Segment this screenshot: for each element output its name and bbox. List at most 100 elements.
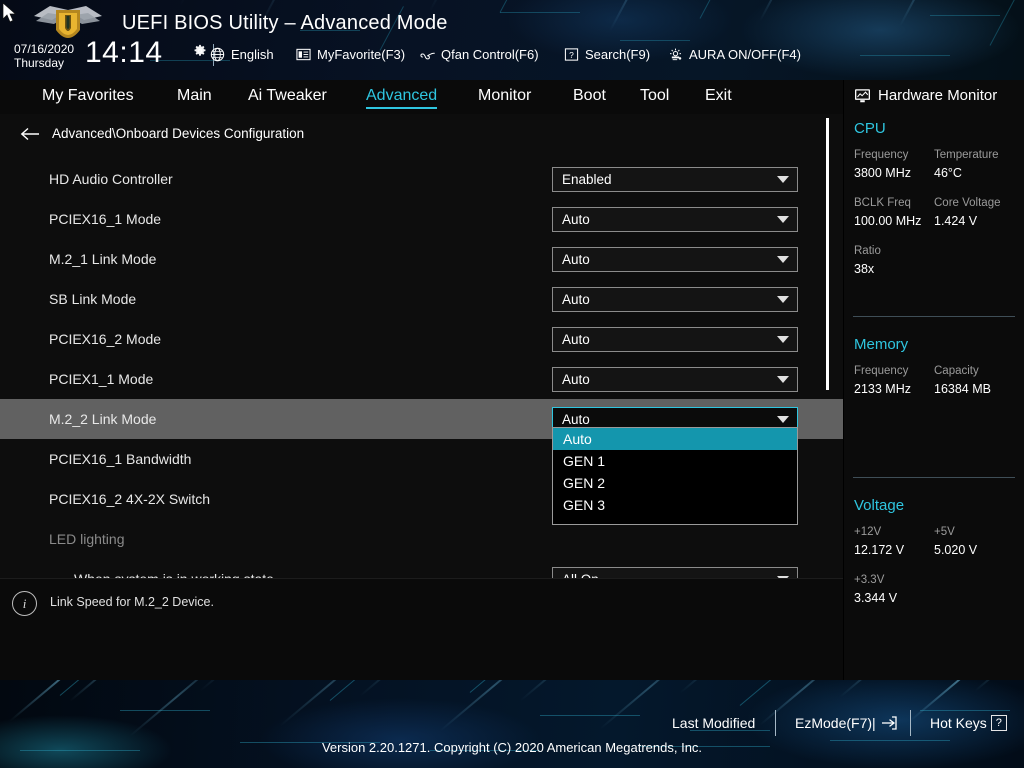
- dropdown-option[interactable]: GEN 1: [553, 450, 797, 472]
- setting-combobox[interactable]: All On: [552, 566, 798, 578]
- header-item-search[interactable]: ? Search(F9): [564, 47, 650, 62]
- ezmode-button[interactable]: EzMode(F7)|: [795, 715, 897, 731]
- hm-key: Core Voltage: [934, 197, 1001, 209]
- dropdown-option[interactable]: Auto: [553, 428, 797, 450]
- setting-label: PCIEX16_1 Bandwidth: [49, 451, 192, 467]
- hotkeys-label: Hot Keys: [930, 715, 987, 731]
- exit-arrow-icon: [881, 716, 897, 730]
- chevron-down-icon[interactable]: [777, 215, 789, 223]
- decor-line: [499, 0, 520, 13]
- hardware-monitor-sidebar: Hardware Monitor CPU Frequency 3800 MHz Tem…: [843, 80, 1024, 680]
- combobox-value: Auto: [562, 371, 590, 387]
- decor-line: [500, 12, 580, 13]
- vertical-scrollbar[interactable]: [826, 118, 829, 390]
- setting-row[interactable]: PCIEX16_1 Mode Auto: [0, 199, 843, 239]
- sidebar-section-cpu: CPU: [854, 120, 886, 137]
- breadcrumb: Advanced\Onboard Devices Configuration: [20, 126, 304, 141]
- setting-row[interactable]: When system is in working state All On: [0, 559, 843, 578]
- chevron-down-icon[interactable]: [777, 255, 789, 263]
- header-item-english[interactable]: English: [210, 47, 274, 62]
- hm-key: +5V: [934, 526, 955, 538]
- decor-streak: [679, 680, 796, 694]
- setting-row[interactable]: PCIEX1_1 Mode Auto: [0, 359, 843, 399]
- combobox-value: Enabled: [562, 171, 612, 187]
- tab-exit[interactable]: Exit: [705, 87, 732, 108]
- decor-streak: [429, 0, 488, 12]
- decor-line: [930, 15, 1000, 16]
- tab-boot[interactable]: Boot: [573, 87, 606, 108]
- gear-icon[interactable]: [193, 44, 207, 58]
- decor-streak: [759, 0, 822, 22]
- tab-my-favorites[interactable]: My Favorites: [42, 87, 134, 108]
- setting-row[interactable]: SB Link Mode Auto: [0, 279, 843, 319]
- section-header-row: LED lighting: [0, 519, 843, 559]
- setting-row[interactable]: PCIEX16_2 Mode Auto: [0, 319, 843, 359]
- hm-key: +3.3V: [854, 574, 885, 586]
- decor-streak: [519, 680, 613, 702]
- decor-streak: [609, 0, 654, 32]
- decor-line: [620, 40, 690, 41]
- list-icon: [296, 47, 311, 62]
- question-box-icon: ?: [990, 715, 1007, 731]
- page-title: UEFI BIOS Utility – Advanced Mode: [122, 12, 448, 34]
- decor-line: [699, 0, 729, 19]
- decor-streak: [439, 680, 548, 732]
- tab-ai-tweaker[interactable]: Ai Tweaker: [248, 87, 327, 108]
- hm-key: Capacity: [934, 365, 979, 377]
- tab-tool[interactable]: Tool: [640, 87, 669, 108]
- chevron-down-icon[interactable]: [777, 295, 789, 303]
- setting-label: M.2_1 Link Mode: [49, 251, 157, 267]
- decor-streak: [279, 680, 381, 727]
- tab-advanced[interactable]: Advanced: [366, 87, 438, 109]
- sidebar-divider: [853, 316, 1015, 317]
- setting-label: SB Link Mode: [49, 291, 137, 307]
- decor-line: [989, 0, 1019, 46]
- decor-line: [120, 710, 210, 711]
- hotkeys-button[interactable]: Hot Keys ?: [930, 715, 1007, 731]
- setting-label: PCIEX1_1 Mode: [49, 371, 154, 387]
- back-arrow-icon[interactable]: [20, 127, 40, 141]
- chevron-down-icon[interactable]: [777, 335, 789, 343]
- setting-combobox[interactable]: Auto: [552, 326, 798, 352]
- mouse-cursor-icon: [2, 2, 17, 23]
- dropdown-list[interactable]: Auto GEN 1 GEN 2 GEN 3: [552, 427, 798, 525]
- hm-key: +12V: [854, 526, 882, 538]
- system-clock: 14:14: [85, 36, 163, 69]
- svg-text:?: ?: [569, 50, 574, 60]
- sidebar-divider: [853, 477, 1015, 478]
- info-icon: i: [12, 591, 37, 616]
- settings-panel: Advanced\Onboard Devices Configuration H…: [0, 114, 843, 578]
- decor-streak: [974, 680, 1024, 692]
- tab-main[interactable]: Main: [177, 87, 212, 108]
- main-menu-bar: My Favorites Main Ai Tweaker Advanced Monito…: [0, 80, 843, 114]
- hardware-monitor-title: Hardware Monitor: [854, 87, 997, 104]
- setting-combobox[interactable]: Auto: [552, 366, 798, 392]
- combobox-value: Auto: [562, 291, 590, 307]
- dropdown-option[interactable]: GEN 2: [553, 472, 797, 494]
- decor-streak: [129, 680, 223, 737]
- setting-row[interactable]: HD Audio Controller Enabled: [0, 159, 843, 199]
- ezmode-label: EzMode(F7)|: [795, 715, 876, 731]
- dropdown-option[interactable]: GEN 3: [553, 494, 797, 516]
- globe-icon: [210, 47, 225, 62]
- fan-icon: [420, 47, 435, 62]
- decor-streak: [179, 0, 238, 7]
- header-item-aura[interactable]: AURA ON/OFF(F4): [668, 47, 801, 62]
- monitor-icon: [855, 89, 870, 103]
- last-modified-button[interactable]: Last Modified: [672, 715, 755, 731]
- chevron-down-icon[interactable]: [777, 415, 789, 423]
- setting-combobox[interactable]: Auto: [552, 246, 798, 272]
- header-item-label: AURA ON/OFF(F4): [689, 47, 801, 62]
- bios-screen: UEFI BIOS Utility – Advanced Mode 07/16/…: [0, 0, 1024, 768]
- hm-key: Ratio: [854, 245, 881, 257]
- decor-streak: [199, 680, 316, 692]
- setting-combobox[interactable]: Auto: [552, 206, 798, 232]
- setting-combobox[interactable]: Enabled: [552, 166, 798, 192]
- chevron-down-icon[interactable]: [777, 375, 789, 383]
- setting-combobox[interactable]: Auto: [552, 286, 798, 312]
- chevron-down-icon[interactable]: [777, 175, 789, 183]
- header-item-qfan-control[interactable]: Qfan Control(F6): [420, 47, 539, 62]
- tab-monitor[interactable]: Monitor: [478, 87, 531, 108]
- setting-row[interactable]: M.2_1 Link Mode Auto: [0, 239, 843, 279]
- header-item-myfavorite[interactable]: MyFavorite(F3): [296, 47, 405, 62]
